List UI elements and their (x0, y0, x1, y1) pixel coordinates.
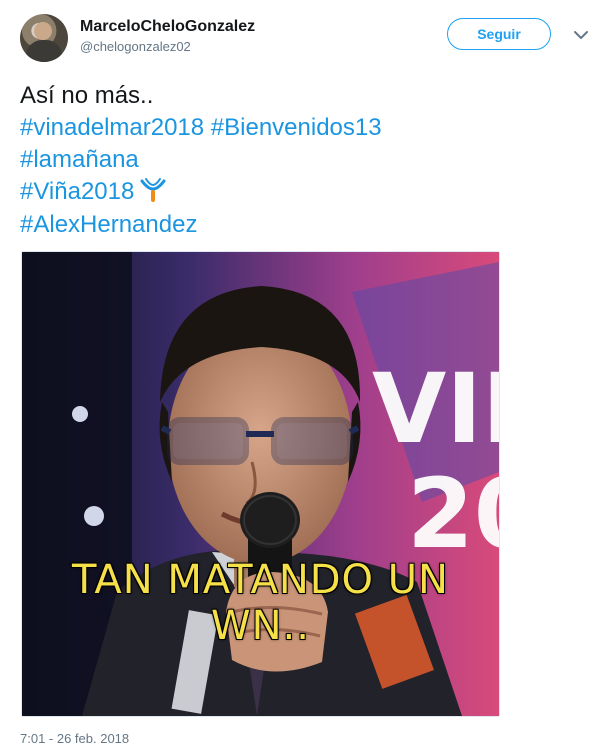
user-avatar[interactable] (20, 14, 68, 62)
tweet-text-line: Así no más.. (20, 82, 154, 109)
avatar-body (26, 40, 62, 62)
tweet-header: MarceloCheloGonzalez @chelogonzalez02 Se… (20, 14, 595, 64)
hashtag-link[interactable]: #vinadelmar2018 (20, 114, 204, 141)
vina-festival-logo-icon (140, 177, 166, 202)
svg-text:20: 20 (407, 458, 499, 570)
meme-caption: TAN MATANDO UN WN.. (72, 557, 449, 649)
chevron-down-icon[interactable] (572, 26, 590, 44)
avatar-head (34, 22, 52, 40)
user-handle[interactable]: @chelogonzalez02 (80, 39, 191, 54)
hashtag-link[interactable]: #lamañana (20, 146, 139, 173)
hashtag-link[interactable]: #Bienvenidos13 (211, 114, 382, 141)
hashtag-link[interactable]: #Viña2018 (20, 178, 134, 205)
svg-text:VIÑ: VIÑ (372, 352, 499, 465)
tweet-media-image[interactable]: VIÑ 20 TAN MATANDO UN WN.. (21, 251, 500, 717)
hashtag-link[interactable]: #AlexHernandez (20, 211, 197, 238)
tweet-text: Así no más.. #vinadelmar2018 #Bienvenido… (20, 80, 590, 241)
user-display-name[interactable]: MarceloCheloGonzalez (80, 18, 255, 36)
follow-button[interactable]: Seguir (447, 18, 551, 50)
